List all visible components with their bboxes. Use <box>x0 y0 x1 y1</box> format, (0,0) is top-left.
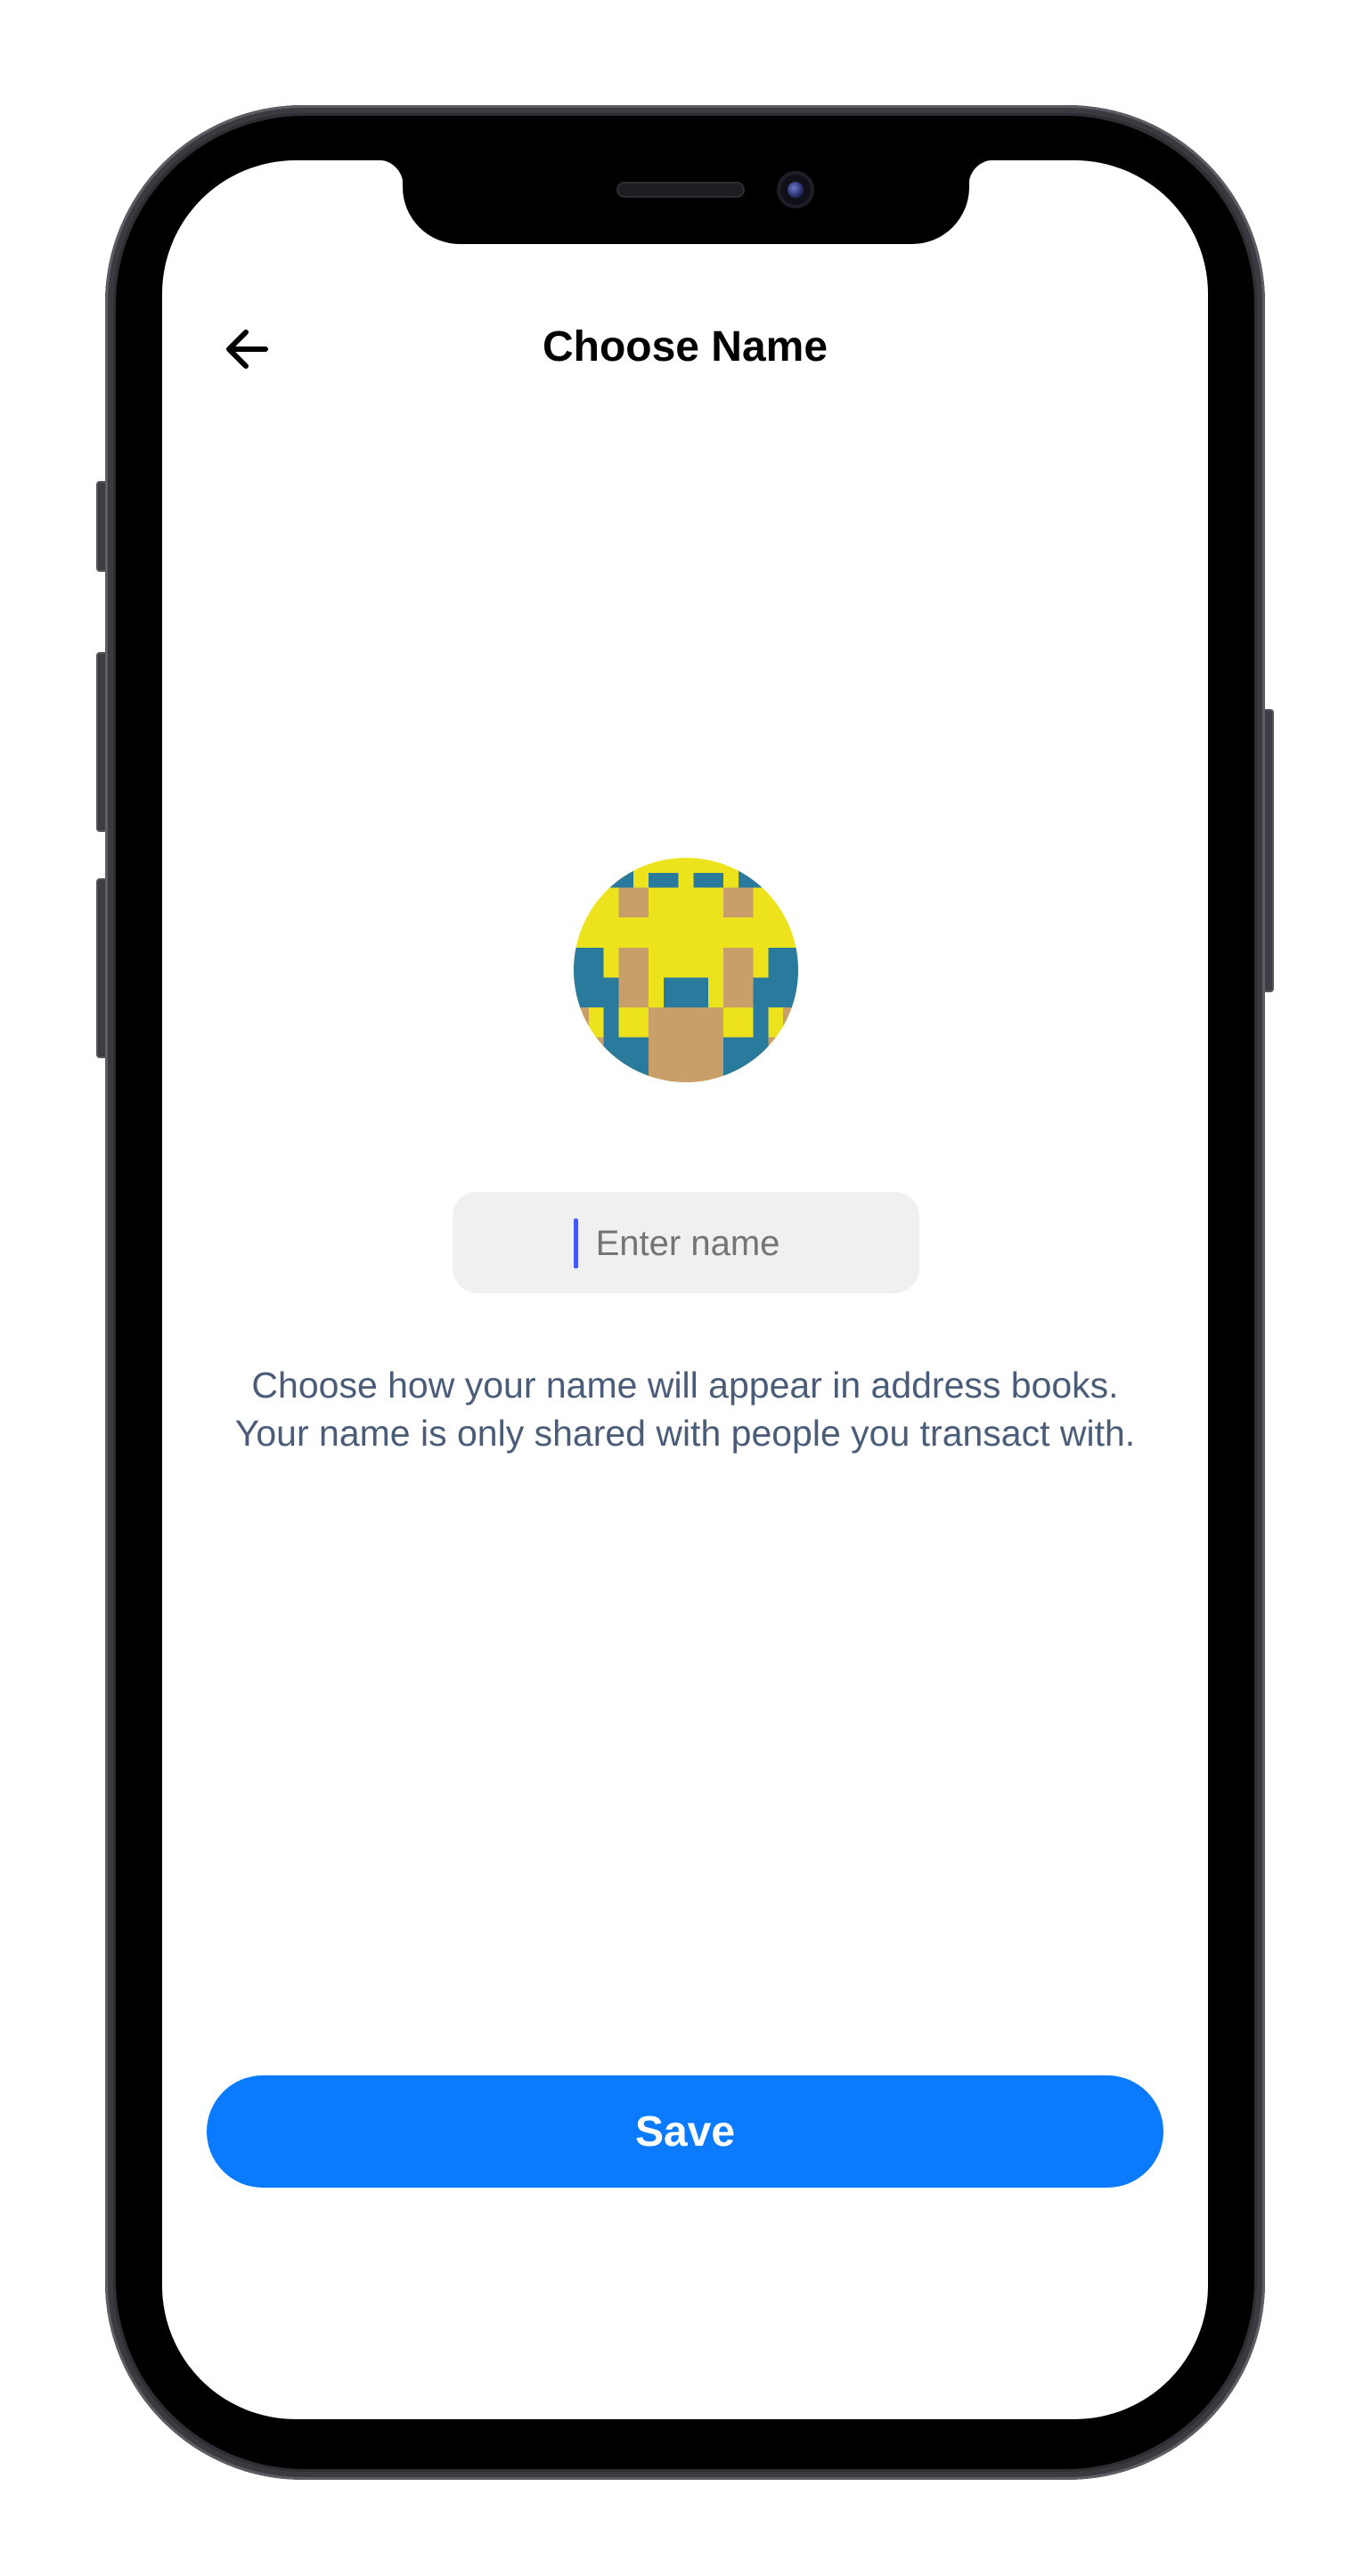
text-caret <box>574 1219 578 1268</box>
name-input-container[interactable] <box>453 1192 923 1295</box>
page-title: Choose Name <box>542 323 828 371</box>
notch-corner-left <box>378 160 404 185</box>
notch-corner-right <box>967 160 994 185</box>
pixel-identicon-avatar <box>574 858 798 1082</box>
speaker-grille <box>616 182 745 198</box>
avatar <box>574 858 798 1082</box>
page: Choose Name Enter name Choose how your n… <box>0 0 1363 2576</box>
save-button[interactable]: Save <box>207 2075 1163 2188</box>
notch <box>403 160 969 244</box>
helper-text: Choose how your name will appear in addr… <box>234 1365 1136 1454</box>
app-screen: Choose Name Enter name Choose how your n… <box>162 160 1208 2419</box>
name-input[interactable] <box>453 1192 923 1295</box>
front-camera <box>777 171 814 208</box>
